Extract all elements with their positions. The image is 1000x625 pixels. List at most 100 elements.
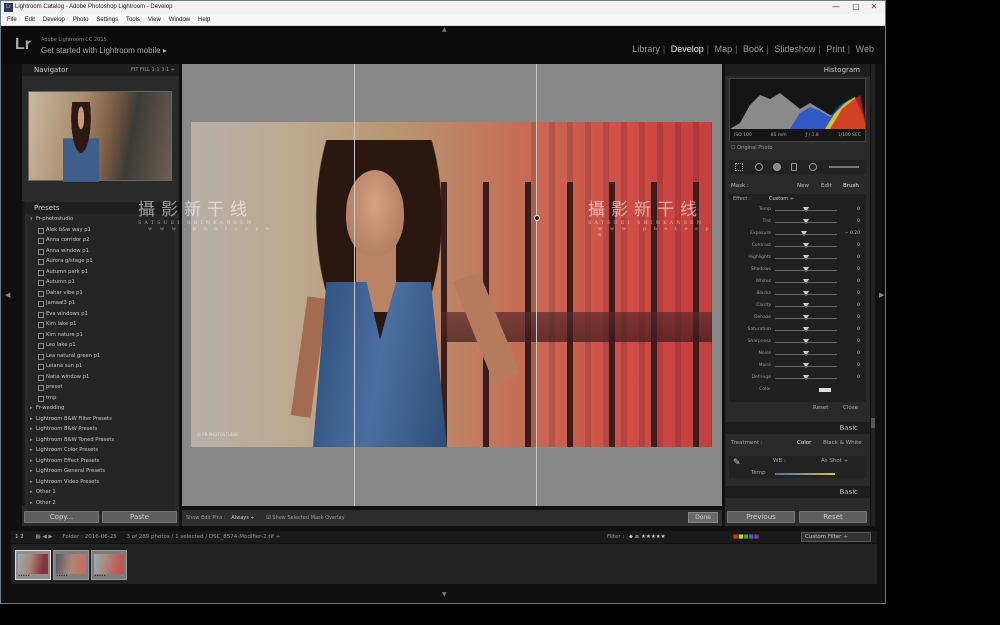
mobile-promo-link[interactable]: Get started with Lightroom mobile ▸ — [41, 46, 167, 55]
secondary-window-buttons[interactable]: 1 2 — [15, 534, 24, 540]
preset-item[interactable]: Other 2 — [28, 498, 174, 509]
preset-item[interactable]: Dahar vibe p1 — [28, 288, 174, 299]
preset-item[interactable]: Eva windows p1 — [28, 309, 174, 320]
maximize-button[interactable]: □ — [847, 1, 865, 13]
menu-develop[interactable]: Develop — [43, 14, 65, 26]
slider-value[interactable]: 0 — [857, 315, 860, 320]
grid-icon[interactable]: ▦ ◀ ▶ — [36, 534, 53, 540]
adjustment-brush-icon[interactable] — [829, 166, 859, 168]
preset-item[interactable]: Aurora g/stage p1 — [28, 256, 174, 267]
module-map[interactable]: Map — [715, 44, 733, 54]
preset-item[interactable]: Kim nature p1 — [28, 330, 174, 341]
module-slideshow[interactable]: Slideshow — [774, 44, 815, 54]
done-button[interactable]: Done — [688, 512, 718, 523]
right-panel-scrollbar[interactable] — [871, 64, 875, 526]
menu-help[interactable]: Help — [198, 14, 210, 26]
navigator-zoom-options[interactable]: FIT FILL 1:1 3:1 ÷ — [131, 64, 175, 76]
slider-defringe[interactable]: Defringe 0 — [729, 374, 866, 383]
module-web[interactable]: Web — [856, 44, 874, 54]
minimize-button[interactable]: — — [827, 1, 845, 13]
preset-item[interactable]: Anna corridor p2 — [28, 235, 174, 246]
left-panel-scrollbar[interactable] — [22, 201, 25, 506]
preset-item[interactable]: Lightroom B&W Filter Presets — [28, 414, 174, 425]
histogram[interactable]: ISO 100 85 mm ƒ / 1.8 1/100 SEC — [729, 78, 866, 142]
spot-removal-icon[interactable] — [755, 163, 763, 171]
close-button[interactable]: ✕ — [865, 1, 883, 13]
slider-contrast[interactable]: Contrast 0 — [729, 242, 866, 251]
slider-whites[interactable]: Whites 0 — [729, 278, 866, 287]
crop-tool-icon[interactable] — [735, 163, 743, 171]
slider-value[interactable]: 0 — [857, 279, 860, 284]
rating-filter[interactable]: ⬥ ≥ ★★★★★ — [629, 531, 666, 543]
basic-header-2[interactable]: Basic — [725, 486, 870, 498]
slider-track[interactable] — [775, 258, 837, 259]
slider-track[interactable] — [775, 270, 837, 271]
reset-button[interactable]: Reset — [799, 511, 867, 523]
bottom-panel-toggle-icon[interactable]: ▼ — [442, 591, 447, 598]
slider-sharpness[interactable]: Sharpness 0 — [729, 338, 866, 347]
paste-button[interactable]: Paste — [102, 511, 177, 523]
preset-item[interactable]: preset — [28, 382, 174, 393]
slider-value[interactable]: 0 — [857, 267, 860, 272]
slider-value[interactable]: 0 — [857, 291, 860, 296]
basic-header[interactable]: Basic — [725, 422, 870, 434]
menu-file[interactable]: File — [7, 14, 17, 26]
slider-value[interactable]: 0 — [857, 255, 860, 260]
preset-item[interactable]: Anna window p1 — [28, 246, 174, 257]
slider-track[interactable] — [775, 234, 837, 235]
treatment-color[interactable]: Color — [797, 440, 811, 446]
preset-item[interactable]: tmp — [28, 393, 174, 404]
slider-track[interactable] — [775, 282, 837, 283]
histogram-header[interactable]: Histogram — [725, 64, 870, 76]
mask-new[interactable]: New — [797, 180, 809, 192]
slider-value[interactable]: 0 — [857, 207, 860, 212]
custom-filter-select[interactable]: Custom Filter ÷ — [801, 532, 871, 542]
preset-item[interactable]: Lightroom Color Presets — [28, 445, 174, 456]
slider-shadows[interactable]: Shadows 0 — [729, 266, 866, 275]
slider-color[interactable]: Color — [729, 386, 866, 395]
mask-edit[interactable]: Edit — [821, 180, 832, 192]
preset-item[interactable]: Lightroom B&W Toned Presets — [28, 435, 174, 446]
slider-exposure[interactable]: Exposure − 0.20 — [729, 230, 866, 239]
radial-filter-icon[interactable] — [809, 163, 817, 171]
mask-overlay-checkbox[interactable]: ☑ — [266, 515, 270, 521]
slider-value[interactable]: − 0.20 — [845, 231, 860, 236]
color-filter[interactable]: ■■■■■ — [733, 531, 759, 543]
slider-track[interactable] — [775, 246, 837, 247]
filmstrip-thumb[interactable]: ••••• — [15, 550, 51, 580]
preset-item[interactable]: Leiana sun p1 — [28, 361, 174, 372]
slider-value[interactable]: 0 — [857, 339, 860, 344]
preset-item[interactable]: Autumn park p1 — [28, 267, 174, 278]
slider-track[interactable] — [775, 354, 837, 355]
navigator-header[interactable]: Navigator FIT FILL 1:1 3:1 ÷ — [22, 64, 179, 76]
graduated-filter-icon[interactable] — [791, 163, 797, 171]
previous-button[interactable]: Previous — [727, 511, 795, 523]
preset-item[interactable]: Lightroom B&W Presets — [28, 424, 174, 435]
slider-highlights[interactable]: Highlights 0 — [729, 254, 866, 263]
effect-reset-button[interactable]: Reset — [813, 402, 828, 414]
slider-value[interactable]: 0 — [857, 351, 860, 356]
slider-track[interactable] — [775, 378, 837, 379]
preset-item[interactable]: Natia window p1 — [28, 372, 174, 383]
left-panel-toggle-icon[interactable]: ◀ — [5, 291, 10, 299]
slider-temp[interactable]: Temp 0 — [729, 206, 866, 215]
preset-item[interactable]: Lightroom Video Presets — [28, 477, 174, 488]
scroll-thumb[interactable] — [871, 418, 875, 428]
preset-item[interactable]: Other 1 — [28, 487, 174, 498]
effect-select[interactable]: Custom ÷ — [769, 196, 794, 202]
slider-track[interactable] — [775, 294, 837, 295]
navigator-preview[interactable] — [28, 91, 172, 182]
menu-edit[interactable]: Edit — [25, 14, 35, 26]
slider-noise[interactable]: Noise 0 — [729, 350, 866, 359]
slider-track[interactable] — [775, 318, 837, 319]
slider-blacks[interactable]: Blacks 0 — [729, 290, 866, 299]
module-book[interactable]: Book — [743, 44, 764, 54]
slider-value[interactable]: 0 — [857, 303, 860, 308]
top-panel-toggle-icon[interactable]: ▲ — [442, 26, 447, 33]
slider-track[interactable] — [819, 388, 831, 392]
menu-tools[interactable]: Tools — [126, 14, 140, 26]
preset-item[interactable]: Jamaal3 p1 — [28, 298, 174, 309]
module-develop[interactable]: Develop — [671, 44, 704, 54]
slider-track[interactable] — [775, 366, 837, 367]
module-print[interactable]: Print — [826, 44, 845, 54]
